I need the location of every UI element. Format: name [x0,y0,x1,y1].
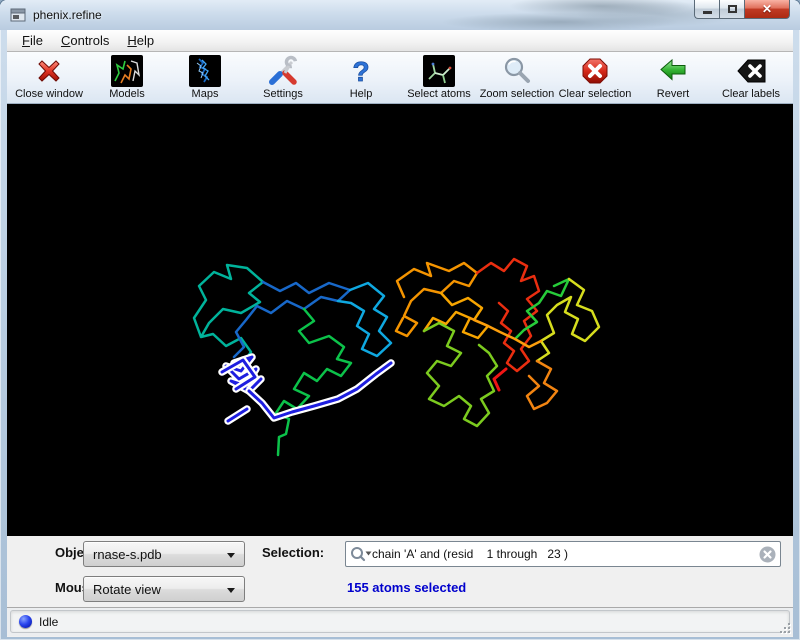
minimize-icon [703,11,712,14]
mouse-dropdown-value: Rotate view [93,582,161,597]
clear-search-icon[interactable] [759,546,776,563]
viewport-canvas[interactable] [7,104,793,536]
close-button[interactable]: ✕ [745,0,790,19]
window-controls: ✕ [694,0,790,19]
toolbar-button-select-atoms[interactable]: Select atoms [400,52,478,102]
zoom-selection-icon [501,55,533,87]
status-field: Idle [10,610,790,633]
atoms-selected-count: 155 atoms selected [347,580,466,595]
search-menu-icon[interactable] [350,546,372,563]
revert-icon [657,55,689,87]
clear-selection-icon [579,55,611,87]
toolbar-button-close-window[interactable]: Close window [10,52,88,102]
window-title: phenix.refine [33,8,102,22]
app-icon [10,7,26,23]
status-indicator-icon [19,615,32,628]
help-icon: ? [345,55,377,87]
statusbar: Idle [7,608,793,636]
selection-input[interactable] [372,547,759,561]
toolbar-label: Models [109,88,144,100]
toolbar-button-zoom-selection[interactable]: Zoom selection [478,52,556,102]
toolbar-label: Select atoms [407,88,471,100]
toolbar-label: Zoom selection [480,88,555,100]
maximize-icon [728,5,737,13]
svg-text:?: ? [352,56,369,87]
selection-label: Selection: [262,545,324,560]
status-text: Idle [39,615,58,629]
toolbar-button-help[interactable]: ? Help [322,52,400,102]
toolbar-label: Clear selection [559,88,632,100]
toolbar-label: Help [350,88,373,100]
resize-grip[interactable] [778,621,790,633]
maps-icon [189,55,221,87]
toolbar-label: Clear labels [722,88,780,100]
toolbar-label: Close window [15,88,83,100]
toolbar: Close window Models [7,52,793,104]
toolbar-button-clear-selection[interactable]: Clear selection [556,52,634,102]
object-dropdown[interactable]: rnase-s.pdb [83,541,245,567]
menu-help[interactable]: Help [118,31,163,50]
toolbar-button-models[interactable]: Models [88,52,166,102]
control-panel: Object: rnase-s.pdb Selection: Mouse: [7,536,793,608]
selection-searchbox [345,541,781,567]
clear-labels-icon [735,55,767,87]
object-dropdown-value: rnase-s.pdb [93,547,162,562]
app-window: phenix.refine ✕ File Controls Help [0,0,800,640]
menubar: File Controls Help [7,30,793,52]
models-icon [111,55,143,87]
select-atoms-icon [423,55,455,87]
maximize-button[interactable] [719,0,745,19]
toolbar-button-maps[interactable]: Maps [166,52,244,102]
toolbar-label: Maps [192,88,219,100]
close-icon: ✕ [762,3,772,15]
titlebar[interactable]: phenix.refine ✕ [0,0,800,30]
close-window-icon [33,55,65,87]
chevron-down-icon [227,553,235,558]
window-content: File Controls Help Close window [7,30,793,637]
settings-icon [267,55,299,87]
molecule-render [7,104,793,536]
mouse-dropdown[interactable]: Rotate view [83,576,245,602]
menu-file[interactable]: File [13,31,52,50]
toolbar-button-revert[interactable]: Revert [634,52,712,102]
toolbar-label: Revert [657,88,689,100]
toolbar-button-settings[interactable]: Settings [244,52,322,102]
chevron-down-icon [227,588,235,593]
menu-controls[interactable]: Controls [52,31,118,50]
toolbar-label: Settings [263,88,303,100]
minimize-button[interactable] [694,0,719,19]
toolbar-button-clear-labels[interactable]: Clear labels [712,52,790,102]
